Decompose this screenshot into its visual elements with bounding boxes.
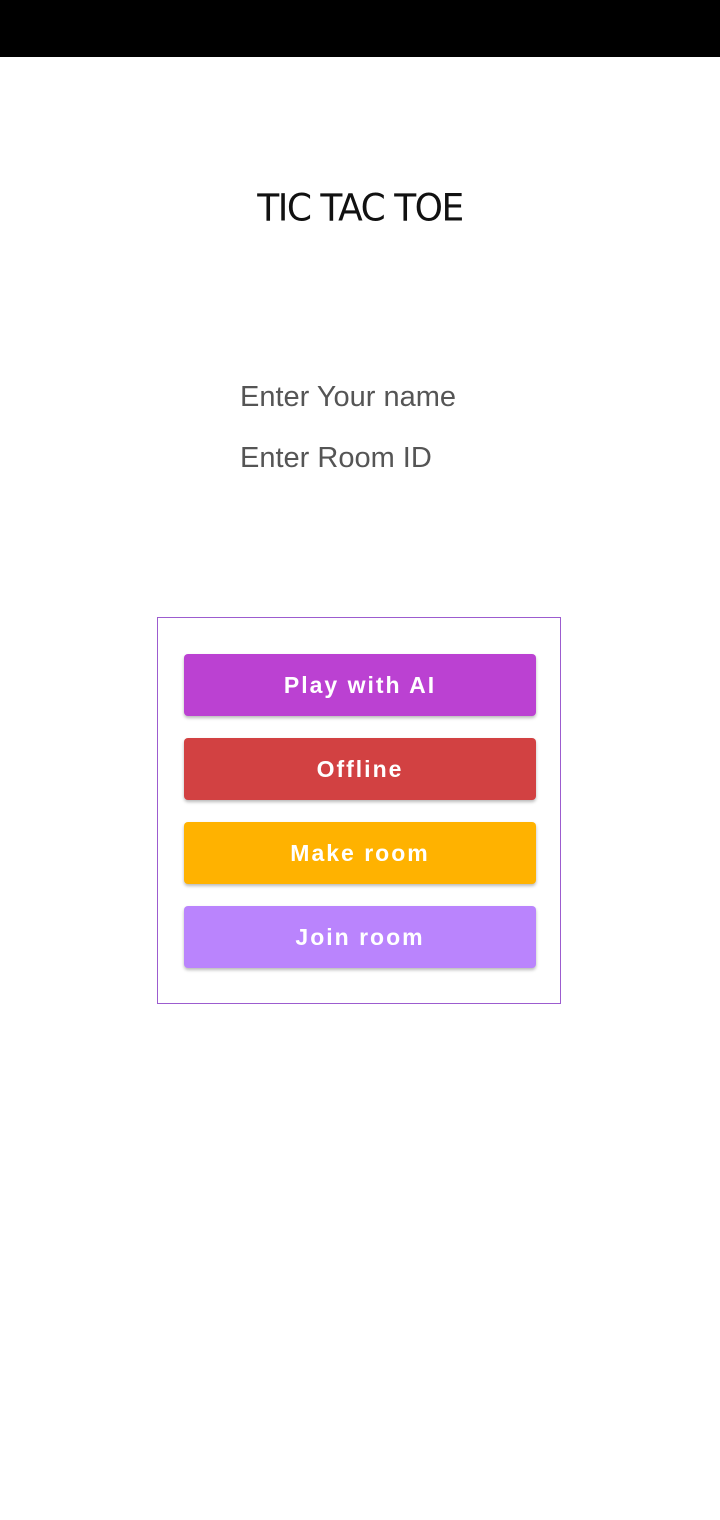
room-id-input[interactable]: [240, 436, 540, 480]
make-room-button[interactable]: Make room: [184, 822, 536, 884]
name-input[interactable]: [240, 375, 540, 419]
play-with-ai-button[interactable]: Play with AI: [184, 654, 536, 716]
status-bar: [0, 0, 720, 57]
offline-button[interactable]: Offline: [184, 738, 536, 800]
join-room-button[interactable]: Join room: [184, 906, 536, 968]
button-panel: Play with AI Offline Make room Join room: [157, 617, 561, 1004]
app-title: TIC TAC TOE: [257, 186, 464, 231]
